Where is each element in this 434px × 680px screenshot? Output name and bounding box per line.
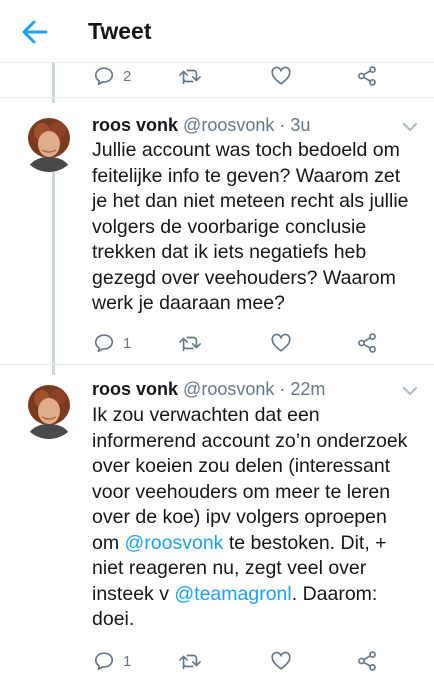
author-handle[interactable]: @roosvonk xyxy=(183,115,274,135)
tweet-text-line: om @roosvonk te bestoken. Dit, + xyxy=(92,531,424,557)
mention-link[interactable]: @roosvonk xyxy=(125,532,224,554)
share-icon xyxy=(356,65,378,87)
author-name[interactable]: roos vonk xyxy=(92,115,178,135)
tweet-text-line: trekken dat ik iets negatiefs heb xyxy=(92,241,367,263)
tweet-text-line: werk je daaraan mee? xyxy=(92,292,285,314)
tweet-text-line: volgers de voorbarige conclusie xyxy=(92,215,367,238)
text-segment: . Daarom: xyxy=(291,582,378,605)
tweet-header: roos vonk @roosvonk · 3u xyxy=(92,115,310,136)
mention-link[interactable]: @teamagronl xyxy=(174,583,291,605)
top-bar: Tweet xyxy=(0,0,434,63)
tweet-actions: 2 xyxy=(0,64,434,88)
reply-button[interactable]: 1 xyxy=(93,331,131,355)
tweet-text-line: doei. xyxy=(92,608,135,630)
share-button[interactable] xyxy=(356,331,378,355)
tweet-text-line: je het dan niet meteen recht als jullie xyxy=(92,190,409,212)
avatar[interactable] xyxy=(20,114,78,172)
retweet-icon xyxy=(178,332,202,354)
tweet: roos vonk @roosvonk · 3u Jullie account … xyxy=(0,98,434,364)
separator: · xyxy=(279,115,286,135)
retweet-icon xyxy=(178,650,202,672)
tweet-text-line: Ik zou verwachten dat een xyxy=(92,404,320,426)
tweet-actions: 1 xyxy=(0,649,434,673)
tweet-actions: 1 xyxy=(0,331,434,355)
reply-button[interactable]: 1 xyxy=(93,649,131,673)
avatar[interactable] xyxy=(20,381,78,439)
tweet-text-line: insteek v @teamagronl. Daarom: xyxy=(92,582,424,608)
like-icon xyxy=(270,332,292,354)
text-segment: om xyxy=(92,531,125,554)
share-button[interactable] xyxy=(356,64,378,88)
retweet-button[interactable] xyxy=(178,64,202,88)
text-segment: insteek v xyxy=(92,582,175,605)
reply-count: 2 xyxy=(123,67,132,85)
tweet-text-line: over de koe) ipv volgers oproepen xyxy=(92,506,387,528)
reply-count: 1 xyxy=(123,652,132,670)
chevron-down-icon[interactable] xyxy=(400,120,420,134)
like-icon xyxy=(270,65,292,87)
tweet-text-line: Jullie account was toch bedoeld om xyxy=(92,139,400,161)
retweet-button[interactable] xyxy=(178,331,202,355)
reply-icon xyxy=(93,332,115,354)
tweet-text-line: feitelijke info te geven? Waarom zet xyxy=(92,164,401,187)
reply-icon xyxy=(93,650,115,672)
tweet-text-line: over koeien zou delen (interessant xyxy=(92,455,391,477)
retweet-icon xyxy=(178,65,202,87)
tweet-text-line: voor veehouders om meer te leren xyxy=(92,480,391,503)
separator: · xyxy=(279,379,286,399)
tweet-text-line: informerend account zo’n onderzoek xyxy=(92,429,408,452)
tweet: roos vonk @roosvonk · 22m Ik zou verwach… xyxy=(0,365,434,680)
tweet-text: Jullie account was toch bedoeld om feite… xyxy=(92,138,424,317)
reply-button[interactable]: 2 xyxy=(93,64,131,88)
like-button[interactable] xyxy=(270,331,292,355)
author-name[interactable]: roos vonk xyxy=(92,379,178,399)
tweet-text-line: niet reageren nu, zegt veel over xyxy=(92,557,367,579)
share-button[interactable] xyxy=(356,649,378,673)
page-title: Tweet xyxy=(88,18,152,44)
like-button[interactable] xyxy=(270,64,292,88)
share-icon xyxy=(356,650,378,672)
timestamp[interactable]: 22m xyxy=(290,379,325,399)
timestamp[interactable]: 3u xyxy=(290,115,310,135)
reply-icon xyxy=(93,65,115,87)
like-button[interactable] xyxy=(270,649,292,673)
tweet-text-line: gezegd over veehouders? Waarom xyxy=(92,266,396,289)
tweet-header: roos vonk @roosvonk · 22m xyxy=(92,379,325,400)
author-handle[interactable]: @roosvonk xyxy=(183,379,274,399)
back-arrow-icon[interactable] xyxy=(20,18,50,46)
retweet-button[interactable] xyxy=(178,649,202,673)
like-icon xyxy=(270,650,292,672)
tweet-text: Ik zou verwachten dat een informerend ac… xyxy=(92,403,424,633)
chevron-down-icon[interactable] xyxy=(400,384,420,398)
text-segment: te bestoken. Dit, + xyxy=(223,531,387,554)
reply-count: 1 xyxy=(123,334,132,352)
share-icon xyxy=(356,332,378,354)
